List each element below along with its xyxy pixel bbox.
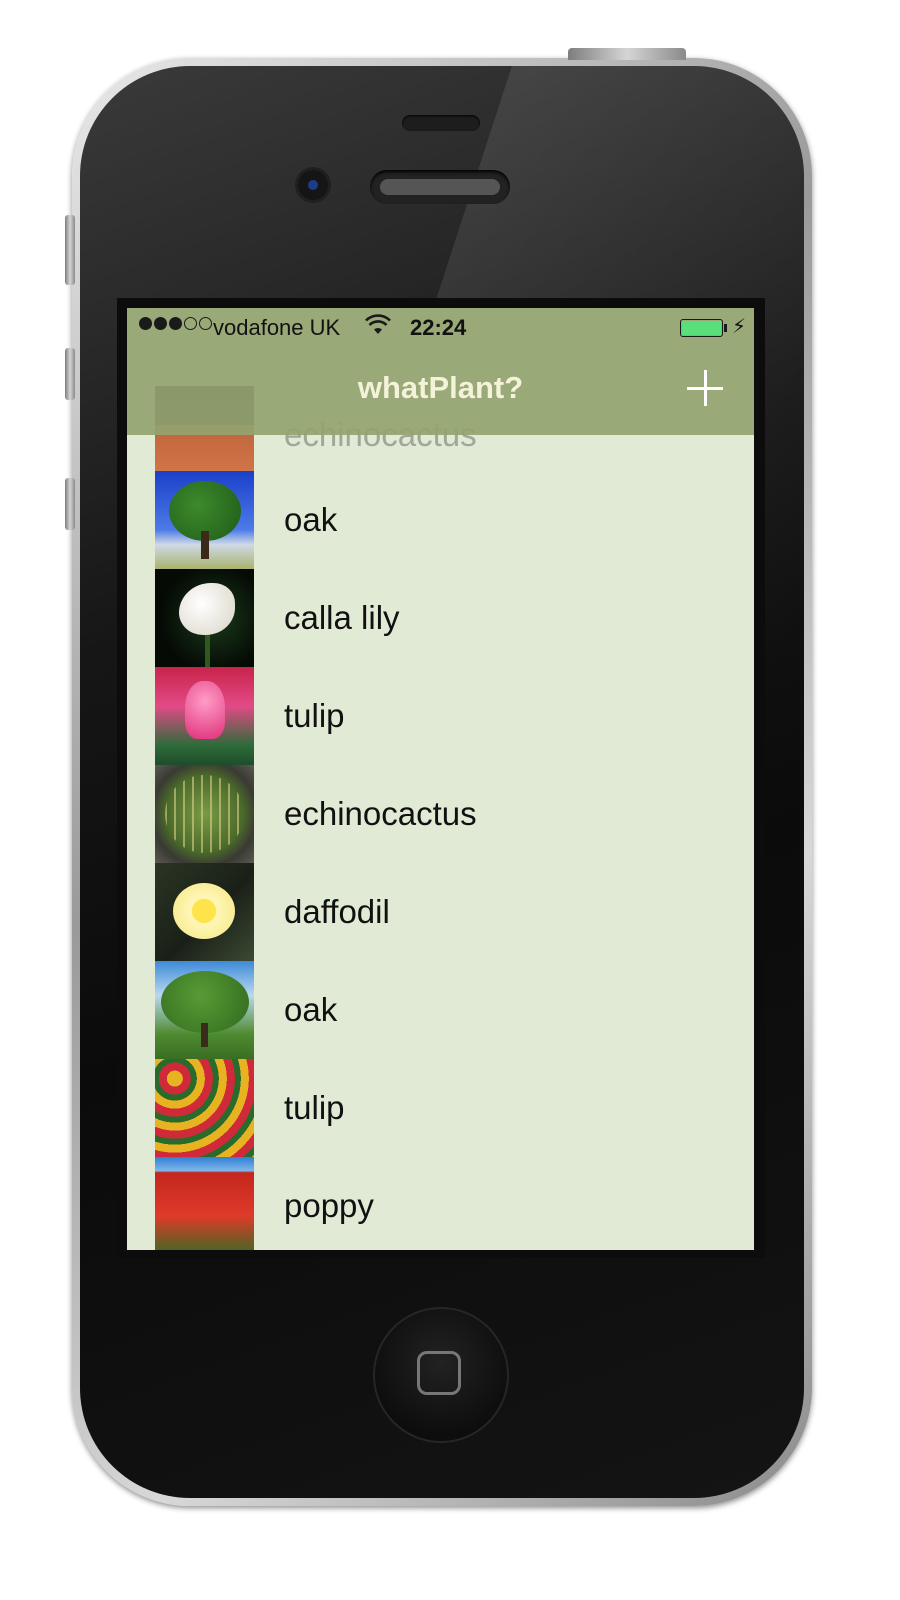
- home-button[interactable]: [373, 1307, 509, 1443]
- charging-bolt-icon: ⚡︎: [732, 316, 747, 338]
- plant-name: daffodil: [284, 893, 390, 930]
- plant-thumbnail: [155, 471, 254, 569]
- clock: 22:24: [410, 315, 467, 340]
- signal-strength-icon: [139, 317, 212, 330]
- list-item[interactable]: echinocactus: [127, 765, 754, 863]
- list-item[interactable]: tulip: [127, 667, 754, 765]
- app-screen: echinocactus oak calla lily tulip echino…: [127, 308, 754, 1250]
- page-title: whatPlant?: [357, 370, 524, 405]
- plant-thumbnail: [155, 961, 254, 1059]
- plant-name: poppy: [284, 1187, 374, 1224]
- mute-switch[interactable]: [65, 215, 75, 285]
- add-plant-button[interactable]: [685, 368, 725, 408]
- list-item[interactable]: calla lily: [127, 569, 754, 667]
- home-square-icon: [417, 1351, 461, 1395]
- navigation-bar: vodafone UK 22:24 ⚡︎ whatPlant?: [127, 308, 754, 435]
- plant-thumbnail: [155, 667, 254, 765]
- battery-tip: [724, 324, 727, 332]
- status-bar: vodafone UK 22:24 ⚡︎: [127, 308, 754, 348]
- list-item[interactable]: oak: [127, 961, 754, 1059]
- plant-thumbnail: [155, 1059, 254, 1157]
- plant-thumbnail: [155, 569, 254, 667]
- earpiece-speaker: [370, 170, 510, 204]
- plant-name: oak: [284, 991, 338, 1028]
- list-item[interactable]: oak: [127, 471, 754, 569]
- carrier-name: vodafone UK: [213, 315, 341, 340]
- front-camera: [298, 170, 328, 200]
- volume-down-button[interactable]: [65, 478, 75, 530]
- battery-icon: [680, 319, 723, 337]
- plant-name: calla lily: [284, 599, 400, 636]
- volume-up-button[interactable]: [65, 348, 75, 400]
- list-item[interactable]: tulip: [127, 1059, 754, 1157]
- power-button[interactable]: [568, 48, 686, 60]
- plant-name: echinocactus: [284, 795, 477, 832]
- plant-thumbnail: [155, 863, 254, 961]
- plant-name: oak: [284, 501, 338, 538]
- plant-thumbnail: [155, 1157, 254, 1250]
- proximity-sensor: [402, 115, 480, 131]
- list-item[interactable]: daffodil: [127, 863, 754, 961]
- list-item[interactable]: poppy: [127, 1157, 754, 1250]
- wifi-icon: [365, 314, 391, 342]
- plant-name: tulip: [284, 697, 345, 734]
- plant-thumbnail: [155, 765, 254, 863]
- plant-name: tulip: [284, 1089, 345, 1126]
